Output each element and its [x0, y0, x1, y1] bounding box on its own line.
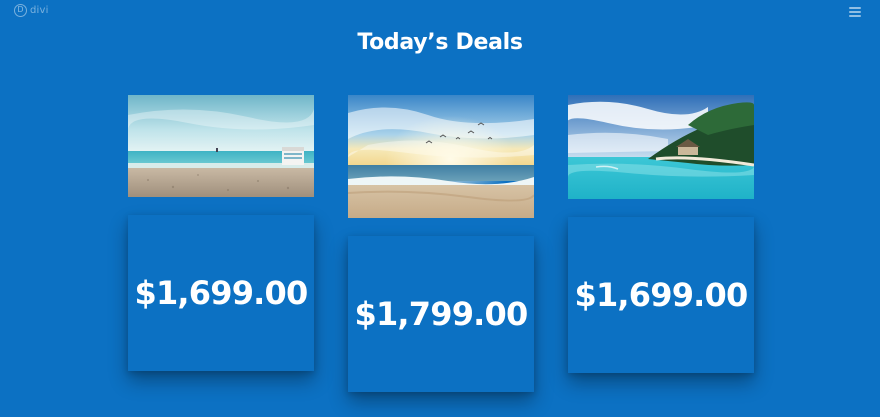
- hamburger-menu-icon[interactable]: [849, 7, 861, 17]
- deal-price: $1,799.00: [354, 295, 529, 333]
- beach-sunset-with-birds-photo[interactable]: [348, 95, 534, 218]
- deal-price: $1,699.00: [134, 274, 309, 312]
- page: D divi Today’s Deals $1,699.00 $1,799.00…: [0, 0, 880, 417]
- price-card[interactable]: $1,699.00: [128, 215, 314, 371]
- divi-logo-icon: D: [14, 4, 27, 17]
- price-card[interactable]: $1,799.00: [348, 236, 534, 392]
- logo-text: divi: [30, 5, 49, 16]
- beach-with-cabana-photo[interactable]: [128, 95, 314, 197]
- tropical-island-lagoon-photo[interactable]: [568, 95, 754, 199]
- page-title: Today’s Deals: [357, 30, 523, 55]
- deal-price: $1,699.00: [574, 276, 749, 314]
- price-card[interactable]: $1,699.00: [568, 217, 754, 373]
- site-logo[interactable]: D divi: [14, 4, 49, 17]
